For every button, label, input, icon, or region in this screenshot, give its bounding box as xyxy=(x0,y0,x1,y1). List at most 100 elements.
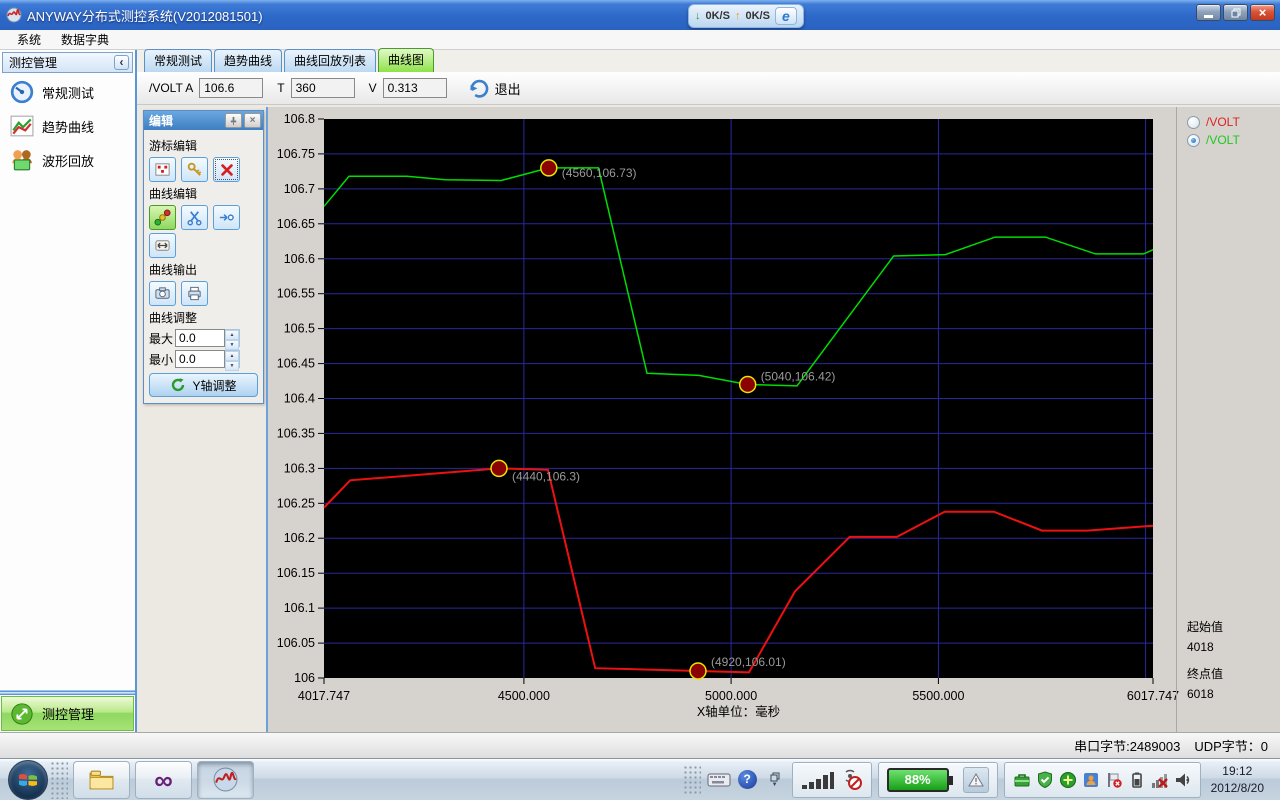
spin-down-icon[interactable]: ▼ xyxy=(225,361,239,371)
spin-up-icon[interactable]: ▲ xyxy=(225,351,239,361)
title-bar: ANYWAY分布式测控系统(V2012081501) ↓ 0K/S ↑ 0K/S… xyxy=(0,0,1280,30)
spin-up-icon[interactable]: ▲ xyxy=(225,330,239,340)
cursor-marker[interactable] xyxy=(491,460,507,476)
folder-icon xyxy=(88,768,115,791)
wireless-off-icon[interactable] xyxy=(841,769,863,791)
marker-label: (5040,106.42) xyxy=(761,370,836,384)
plus-circle-icon[interactable] xyxy=(1059,771,1077,789)
v-value-input[interactable] xyxy=(383,78,447,98)
battery-small-icon[interactable] xyxy=(1128,771,1146,789)
exit-icon xyxy=(467,76,491,100)
curve-point-button[interactable] xyxy=(213,205,240,230)
toolbox-icon[interactable] xyxy=(1013,771,1031,789)
add-cursor-button[interactable] xyxy=(149,157,176,182)
help-icon[interactable]: ? xyxy=(738,770,757,789)
delete-cursor-button[interactable] xyxy=(213,157,240,182)
min-input[interactable] xyxy=(175,350,225,368)
x-tick-label: 5000.000 xyxy=(705,689,757,703)
sidebar-item-trend-curve[interactable]: 趋势曲线 xyxy=(0,109,135,143)
program-icon[interactable] xyxy=(1082,771,1100,789)
trend-chart[interactable]: 106106.05106.1106.15106.2106.25106.3106.… xyxy=(268,107,1280,732)
y-tick-label: 106.8 xyxy=(284,112,315,126)
end-value-label: 终点值 xyxy=(1187,664,1223,684)
pin-button[interactable] xyxy=(225,113,242,128)
exit-button[interactable]: 退出 xyxy=(467,76,521,100)
y-tick-label: 106.55 xyxy=(277,287,315,301)
curve-cut-button[interactable] xyxy=(181,205,208,230)
network-x-icon[interactable] xyxy=(1151,771,1169,789)
restore-button[interactable] xyxy=(1223,4,1248,21)
window-icon xyxy=(770,772,780,782)
battery-indicator[interactable]: 88% xyxy=(887,768,949,792)
curve-radio-green[interactable]: /VOLT xyxy=(1187,131,1280,149)
menu-item-dictionary[interactable]: 数据字典 xyxy=(52,30,118,49)
tab-trend-curve[interactable]: 趋势曲线 xyxy=(214,49,282,72)
close-button[interactable]: × xyxy=(1250,4,1275,21)
tab-playback-list[interactable]: 曲线回放列表 xyxy=(284,49,376,72)
start-value: 4018 xyxy=(1187,637,1223,657)
shield-icon[interactable] xyxy=(1036,771,1054,789)
y-tick-label: 106.05 xyxy=(277,636,315,650)
browser-icon[interactable]: e xyxy=(775,7,797,25)
panel-close-button[interactable]: × xyxy=(244,113,261,128)
min-spinner[interactable]: ▲ ▼ xyxy=(225,350,240,368)
max-spinner[interactable]: ▲ ▼ xyxy=(225,329,240,347)
taskbar-anyway-app-button[interactable] xyxy=(197,761,254,799)
print-button[interactable] xyxy=(181,281,208,306)
tab-normal-test[interactable]: 常规测试 xyxy=(144,49,212,72)
marker-label: (4440,106.3) xyxy=(512,469,580,483)
sidebar-bottom-button[interactable]: 测控管理 xyxy=(1,696,134,731)
cursor-key-button[interactable] xyxy=(181,157,208,182)
curve-width-button[interactable] xyxy=(149,233,176,258)
gauge-icon xyxy=(10,80,34,104)
start-button[interactable] xyxy=(8,760,48,800)
x-tick-label: 6017.747 xyxy=(1127,689,1179,703)
max-input[interactable] xyxy=(175,329,225,347)
t-value-input[interactable] xyxy=(291,78,355,98)
net-speed-widget[interactable]: ↓ 0K/S ↑ 0K/S e xyxy=(688,4,804,28)
y-tick-label: 106.35 xyxy=(277,426,315,440)
curve-radio-red[interactable]: /VOLT xyxy=(1187,113,1280,131)
cursor-marker[interactable] xyxy=(690,663,706,679)
printer-icon xyxy=(186,285,203,302)
radio-icon[interactable] xyxy=(1187,116,1200,129)
edit-panel-header[interactable]: 编辑 × xyxy=(144,111,263,130)
taskbar-clock[interactable]: 19:12 2012/8/20 xyxy=(1207,763,1274,797)
a-value-input[interactable] xyxy=(199,78,263,98)
sidebar-header: 测控管理 ‹ xyxy=(2,52,133,73)
end-value: 6018 xyxy=(1187,684,1223,704)
speaker-icon[interactable] xyxy=(1174,771,1192,789)
sidebar-item-normal-test[interactable]: 常规测试 xyxy=(0,75,135,109)
curve-link-button[interactable] xyxy=(149,205,176,230)
y-axis-adjust-button[interactable]: Y轴调整 xyxy=(149,373,258,397)
signal-bars-icon[interactable] xyxy=(801,770,835,790)
taskbar-explorer-button[interactable] xyxy=(73,761,130,799)
cursor-marker[interactable] xyxy=(541,160,557,176)
menu-item-system[interactable]: 系统 xyxy=(8,30,50,49)
adjust-section-label: 曲线调整 xyxy=(149,309,258,326)
toolbar: /VOLT A T V 退出 xyxy=(137,72,1280,105)
taskbar-visualstudio-button[interactable]: ∞ xyxy=(135,761,192,799)
show-hidden-icons-button[interactable]: ▼ xyxy=(764,772,786,788)
sidebar-item-waveform-playback[interactable]: 波形回放 xyxy=(0,143,135,177)
tab-curve-chart[interactable]: 曲线图 xyxy=(378,48,434,72)
flag-icon[interactable] xyxy=(1105,771,1123,789)
clock-time: 19:12 xyxy=(1211,763,1264,780)
spin-down-icon[interactable]: ▼ xyxy=(225,340,239,350)
snapshot-button[interactable] xyxy=(149,281,176,306)
x-axis-unit-label: X轴单位：毫秒 xyxy=(697,704,780,719)
cursor-marker[interactable] xyxy=(740,377,756,393)
sidebar-collapse-button[interactable]: ‹ xyxy=(114,55,129,70)
minimize-button[interactable] xyxy=(1196,4,1221,21)
y-tick-label: 106.75 xyxy=(277,147,315,161)
y-tick-label: 106.65 xyxy=(277,217,315,231)
sidebar-splitter[interactable] xyxy=(0,690,135,695)
keyboard-icon[interactable] xyxy=(707,772,731,788)
y-tick-label: 106.3 xyxy=(284,461,315,475)
upload-arrow-icon: ↑ xyxy=(735,10,741,22)
radio-checked-icon[interactable] xyxy=(1187,134,1200,147)
udp-bytes-status: UDP字节：0 xyxy=(1194,736,1268,755)
warning-indicator-button[interactable] xyxy=(963,767,989,793)
output-section-label: 曲线输出 xyxy=(149,261,258,278)
max-label: 最大 xyxy=(149,330,175,347)
